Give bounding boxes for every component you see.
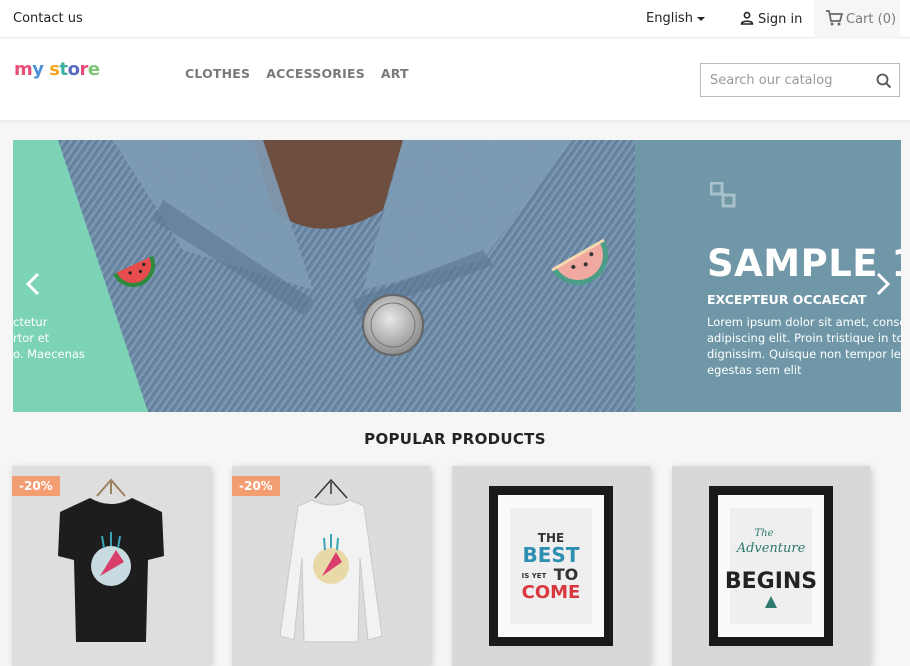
logo-letter: m	[14, 59, 33, 80]
product-image	[279, 478, 383, 643]
poster-text: BEST	[523, 543, 580, 567]
logo-letter: y	[32, 59, 44, 80]
logo-letter: r	[79, 59, 88, 80]
slide-title: SAMPLE 1	[707, 242, 901, 285]
poster-text: COME	[522, 582, 581, 603]
nav-item-art[interactable]: ART	[381, 66, 409, 81]
previous-slide-text-line: ctetur	[13, 315, 48, 329]
product-list: -20% -20% THE BEST IS YET TO COME The Ad…	[12, 466, 870, 666]
previous-slide-text-line: o. Maecenas	[13, 347, 85, 361]
language-label: English	[646, 11, 693, 26]
slide-subtitle: EXCEPTEUR OCCAECAT	[707, 292, 867, 307]
poster-text: BEGINS	[725, 569, 817, 594]
language-selector[interactable]: English	[646, 11, 705, 26]
contact-us-link[interactable]: Contact us	[13, 11, 83, 26]
cart-button[interactable]: Cart (0)	[814, 0, 900, 38]
nav-item-clothes[interactable]: CLOTHES	[185, 66, 250, 81]
sign-in-label: Sign in	[758, 12, 803, 27]
product-image: The Adventure BEGINS	[709, 486, 833, 646]
popular-products-heading: POPULAR PRODUCTS	[364, 430, 546, 448]
poster-text: The	[754, 528, 773, 539]
chevron-down-icon	[696, 16, 705, 21]
slide-description-line: adipiscing elit. Proin tristique in to	[707, 331, 901, 345]
nav-item-accessories[interactable]: ACCESSORIES	[266, 66, 365, 81]
previous-slide-text: ctetur rtor et o. Maecenas	[13, 314, 85, 362]
squares-icon	[710, 182, 736, 208]
product-card[interactable]: -20%	[232, 466, 430, 666]
store-logo[interactable]: my store	[14, 59, 100, 80]
slide-description-line: egestas sem elit	[707, 363, 802, 377]
main-navigation: CLOTHES ACCESSORIES ART	[185, 66, 409, 81]
slider-prev-arrow-icon[interactable]	[23, 270, 43, 298]
product-card[interactable]: The Adventure BEGINS	[672, 466, 870, 666]
product-image: THE BEST IS YET TO COME	[489, 486, 613, 646]
slider-next-arrow-icon[interactable]	[873, 270, 893, 298]
search-icon[interactable]	[876, 73, 892, 89]
slide-image	[13, 140, 635, 412]
top-bar: Contact us English Sign in Cart (0)	[0, 0, 910, 38]
product-card[interactable]: -20%	[12, 466, 210, 666]
discount-badge: -20%	[232, 476, 280, 496]
site-header: my store CLOTHES ACCESSORIES ART	[0, 39, 910, 120]
logo-letter: s	[49, 59, 60, 80]
image-slider: ctetur rtor et o. Maecenas SAMPLE 1 EXCE…	[13, 140, 901, 412]
slide-caption-panel: SAMPLE 1 EXCEPTEUR OCCAECAT Lorem ipsum …	[635, 140, 901, 412]
logo-letter: e	[87, 59, 100, 80]
logo-letter: t	[59, 59, 69, 80]
shopping-cart-icon	[826, 10, 844, 26]
cart-count: (0)	[877, 12, 897, 27]
logo-letter: o	[67, 59, 80, 80]
product-image	[58, 478, 164, 642]
slide-description: Lorem ipsum dolor sit amet, conse adipis…	[707, 314, 901, 378]
product-card[interactable]: THE BEST IS YET TO COME	[452, 466, 650, 666]
poster-text: Adventure	[736, 541, 806, 556]
search-box	[700, 63, 900, 97]
slide-description-line: dignissim. Quisque non tempor lec	[707, 347, 901, 361]
slide-description-line: Lorem ipsum dolor sit amet, conse	[707, 315, 901, 329]
previous-slide-text-line: rtor et	[13, 331, 50, 345]
discount-badge: -20%	[12, 476, 60, 496]
sign-in-link[interactable]: Sign in	[740, 11, 802, 27]
poster-text: IS YET	[522, 572, 547, 580]
user-icon	[740, 11, 754, 25]
search-input[interactable]	[701, 64, 871, 96]
cart-label: Cart	[846, 12, 874, 27]
